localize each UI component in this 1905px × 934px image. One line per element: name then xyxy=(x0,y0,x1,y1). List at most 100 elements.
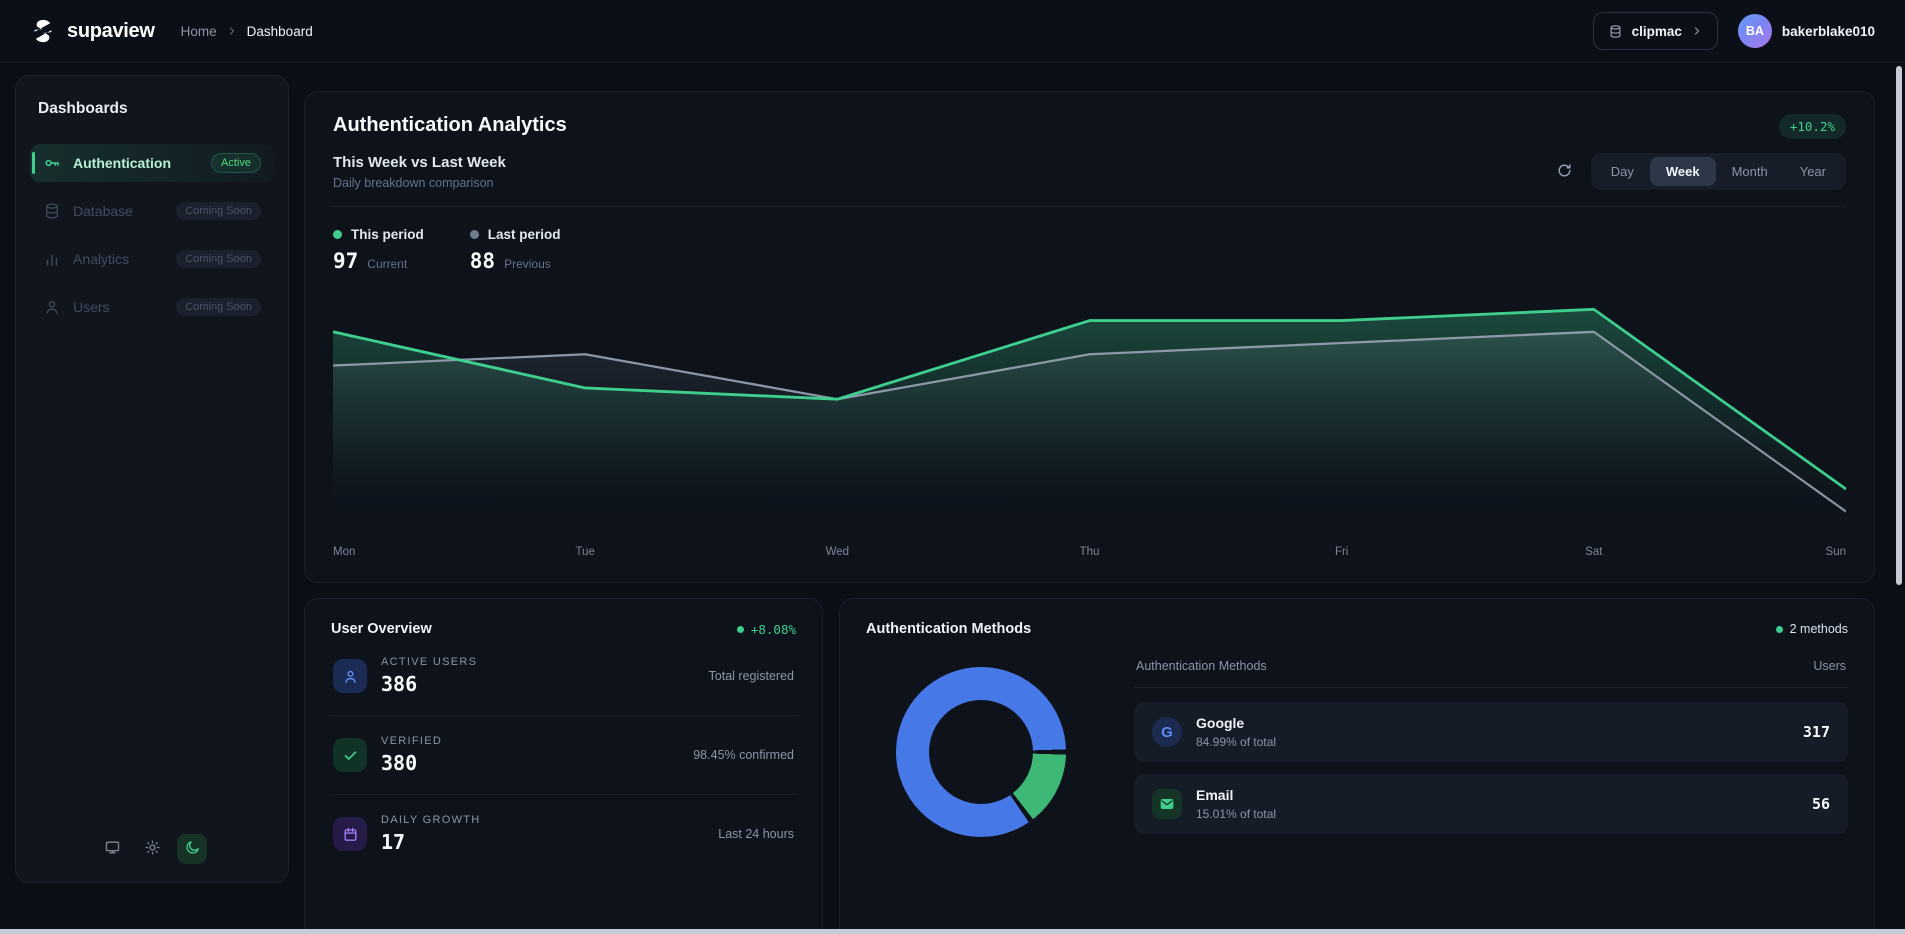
auth-methods-card: Authentication Methods 2 methods Authent… xyxy=(839,598,1875,934)
x-axis-label: Wed xyxy=(826,546,849,558)
status-dot xyxy=(1776,626,1783,633)
user-overview-card: User Overview +8.08% ACTIVE USERS 386 To… xyxy=(304,598,823,934)
google-icon: G xyxy=(1152,717,1182,747)
coming-soon-badge: Coming Soon xyxy=(176,250,261,268)
table-row-google[interactable]: G Google 84.99% of total 317 xyxy=(1134,702,1848,762)
column-header-users: Users xyxy=(1813,659,1846,673)
username: bakerblake010 xyxy=(1782,24,1875,39)
chevron-right-icon xyxy=(226,25,238,37)
sidebar-item-label: Authentication xyxy=(73,155,171,171)
sidebar-item-analytics[interactable]: Analytics Coming Soon xyxy=(30,240,274,278)
main-content: Authentication Analytics +10.2% This Wee… xyxy=(304,91,1875,934)
x-axis-labels: Mon Tue Wed Thu Fri Sat Sun xyxy=(333,546,1846,562)
monitor-icon xyxy=(104,839,121,859)
sidebar-item-label: Database xyxy=(73,203,133,219)
stat-label: ACTIVE USERS xyxy=(381,656,477,668)
sidebar-item-users[interactable]: Users Coming Soon xyxy=(30,288,274,326)
donut-chart xyxy=(896,667,1066,837)
legend-last-period: Last period 88 Previous xyxy=(470,227,561,273)
card-title: Authentication Analytics xyxy=(333,114,567,137)
breadcrumb: Home Dashboard xyxy=(181,24,313,39)
status-dot xyxy=(737,626,744,633)
tab-day[interactable]: Day xyxy=(1595,157,1650,186)
method-share: 15.01% of total xyxy=(1196,807,1276,821)
vertical-scrollbar[interactable] xyxy=(1896,66,1902,585)
methods-count-label: 2 methods xyxy=(1790,622,1848,636)
x-axis-label: Sat xyxy=(1585,546,1602,558)
method-name: Google xyxy=(1196,715,1276,731)
brand: supaview xyxy=(30,18,155,44)
stat-note: Total registered xyxy=(709,669,794,683)
tab-month[interactable]: Month xyxy=(1716,157,1784,186)
refresh-button[interactable] xyxy=(1556,162,1573,182)
light-theme-button[interactable] xyxy=(137,834,167,864)
chart-area: Mon Tue Wed Thu Fri Sat Sun xyxy=(333,289,1846,562)
users-icon xyxy=(43,298,61,316)
legend-value: 88 xyxy=(470,249,495,273)
sidebar-item-label: Users xyxy=(73,299,110,315)
horizontal-scrollbar[interactable] xyxy=(0,929,1905,934)
change-value: +8.08% xyxy=(751,622,796,637)
calendar-icon xyxy=(333,817,367,851)
stat-row-verified: VERIFIED 380 98.45% confirmed xyxy=(331,716,796,795)
stat-label: DAILY GROWTH xyxy=(381,814,481,826)
sidebar-item-database[interactable]: Database Coming Soon xyxy=(30,192,274,230)
user-icon xyxy=(333,659,367,693)
coming-soon-badge: Coming Soon xyxy=(176,202,261,220)
supaview-logo-icon xyxy=(30,18,56,44)
legend-dot xyxy=(333,230,342,239)
sidebar-heading: Dashboards xyxy=(38,100,266,118)
stat-label: VERIFIED xyxy=(381,735,442,747)
user-menu[interactable]: BA bakerblake010 xyxy=(1738,14,1875,48)
x-axis-label: Thu xyxy=(1080,546,1100,558)
brand-name: supaview xyxy=(67,20,155,43)
topbar: supaview Home Dashboard clipmac BA baker… xyxy=(0,0,1905,63)
donut-chart-wrap xyxy=(866,649,1096,837)
sidebar-item-label: Analytics xyxy=(73,251,129,267)
moon-icon xyxy=(184,839,201,859)
breadcrumb-current: Dashboard xyxy=(247,24,313,39)
change-badge: +10.2% xyxy=(1779,114,1846,139)
legend-dot xyxy=(470,230,479,239)
breadcrumb-home[interactable]: Home xyxy=(181,24,217,39)
database-icon xyxy=(1608,24,1623,39)
methods-table: Authentication Methods Users G Google 84… xyxy=(1134,649,1848,846)
dark-theme-button[interactable] xyxy=(177,834,207,864)
project-name: clipmac xyxy=(1632,24,1682,39)
sidebar-nav: Authentication Active Database Coming So… xyxy=(30,144,274,326)
chart-subtitle-block: This Week vs Last Week Daily breakdown c… xyxy=(333,154,506,190)
method-users: 317 xyxy=(1803,723,1830,741)
stat-note: Last 24 hours xyxy=(718,827,794,841)
topbar-right: clipmac BA bakerblake010 xyxy=(1593,12,1875,50)
legend-value: 97 xyxy=(333,249,358,273)
avatar: BA xyxy=(1738,14,1772,48)
trend-chart xyxy=(333,289,1846,534)
sun-icon xyxy=(144,839,161,859)
check-icon xyxy=(333,738,367,772)
project-selector-button[interactable]: clipmac xyxy=(1593,12,1718,50)
system-theme-button[interactable] xyxy=(97,834,127,864)
legend-this-period: This period 97 Current xyxy=(333,227,424,273)
overview-change: +8.08% xyxy=(737,622,796,637)
active-badge: Active xyxy=(211,153,261,173)
donut-hole xyxy=(929,700,1033,804)
coming-soon-badge: Coming Soon xyxy=(176,298,261,316)
x-axis-label: Fri xyxy=(1335,546,1348,558)
x-axis-label: Tue xyxy=(575,546,594,558)
legend-caption: Previous xyxy=(504,257,551,271)
stat-row-active-users: ACTIVE USERS 386 Total registered xyxy=(331,637,796,716)
range-tabs: Day Week Month Year xyxy=(1591,153,1846,190)
chart-description: Daily breakdown comparison xyxy=(333,176,506,190)
stat-value: 17 xyxy=(381,830,481,854)
table-row-email[interactable]: Email 15.01% of total 56 xyxy=(1134,774,1848,834)
stat-row-daily-growth: DAILY GROWTH 17 Last 24 hours xyxy=(331,795,796,873)
legend-caption: Current xyxy=(367,257,407,271)
tab-week[interactable]: Week xyxy=(1650,157,1716,186)
sidebar: Dashboards Authentication Active Databas… xyxy=(15,75,289,883)
tab-year[interactable]: Year xyxy=(1784,157,1842,186)
chart-legend: This period 97 Current Last period 88 Pr… xyxy=(333,227,1846,273)
email-icon xyxy=(1152,789,1182,819)
card-title: User Overview xyxy=(331,621,432,637)
bar-chart-icon xyxy=(43,250,61,268)
sidebar-item-authentication[interactable]: Authentication Active xyxy=(30,144,274,182)
